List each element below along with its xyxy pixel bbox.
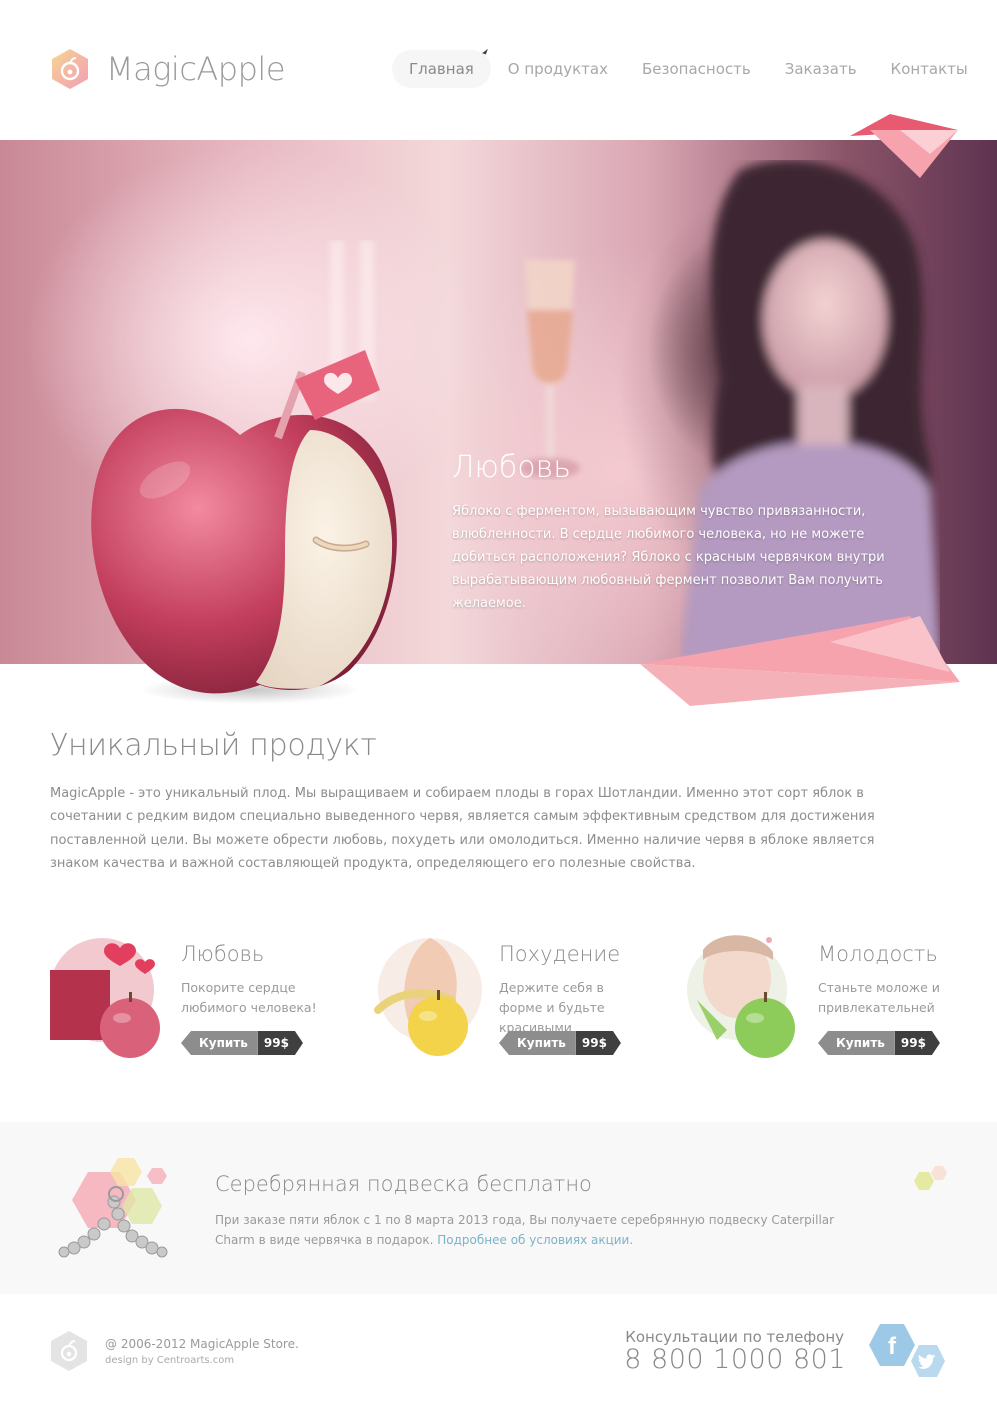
- product-desc: Держите себя в форме и будьте красивыми: [499, 980, 605, 1035]
- hero-apple-image: [91, 350, 397, 704]
- buy-button[interactable]: Купить 99$: [499, 1031, 621, 1055]
- buy-button-price: 99$: [576, 1031, 621, 1055]
- hero-title: Любовь: [452, 450, 571, 485]
- footer-logo-icon: [51, 1331, 87, 1371]
- buy-button-price: 99$: [258, 1031, 303, 1055]
- buy-button[interactable]: Купить 99$: [818, 1031, 940, 1055]
- footer: @ 2006-2012 MagicApple Store. design by …: [0, 1294, 997, 1403]
- promo-title: Серебрянная подвеска бесплатно: [215, 1172, 592, 1196]
- product-card-love: Любовь Покорите сердце любимого человека…: [50, 930, 340, 1070]
- logo[interactable]: MagicApple: [50, 47, 286, 91]
- facebook-link[interactable]: f: [868, 1322, 916, 1368]
- buy-button-label: Купить: [181, 1031, 258, 1055]
- product-card-slim: Похудение Держите себя в форме и будьте …: [368, 930, 658, 1070]
- product-desc: Станьте моложе и привлекательней: [818, 980, 940, 1015]
- product-love-image: [50, 938, 160, 1058]
- product-youth-image: [687, 935, 795, 1058]
- product-name: Любовь: [181, 942, 265, 966]
- product-name: Молодость: [818, 942, 938, 966]
- hero-text: Яблоко с ферментом, вызывающим чувство п…: [452, 504, 885, 611]
- buy-button-price: 99$: [895, 1031, 940, 1055]
- product-name: Похудение: [499, 942, 621, 966]
- facebook-icon: f: [869, 1324, 915, 1366]
- nav-item-contacts[interactable]: Контакты: [874, 50, 985, 88]
- buy-button[interactable]: Купить 99$: [181, 1031, 303, 1055]
- promo-charm-image: [58, 1158, 168, 1258]
- buy-button-label: Купить: [818, 1031, 895, 1055]
- nav-item-home[interactable]: Главная: [392, 50, 491, 88]
- logo-text: MagicApple: [106, 50, 286, 88]
- svg-text:f: f: [888, 1333, 897, 1360]
- footer-phone[interactable]: 8 800 1000 801: [624, 1344, 846, 1375]
- nav-item-order[interactable]: Заказать: [768, 50, 874, 88]
- product-desc: Покорите сердце любимого человека!: [181, 980, 317, 1015]
- promo-details-link[interactable]: Подробнее об условиях акции.: [437, 1233, 633, 1247]
- footer-copyright: @ 2006-2012 MagicApple Store.: [105, 1337, 299, 1351]
- section-title-unique: Уникальный продукт: [50, 728, 377, 763]
- twitter-icon: [911, 1345, 945, 1377]
- promo-band: Серебрянная подвеска бесплатно При заказ…: [0, 1122, 997, 1294]
- promo-text: При заказе пяти яблок с 1 по 8 марта 201…: [215, 1210, 875, 1250]
- section-text-unique: MagicApple - это уникальный плод. Мы выр…: [50, 786, 875, 871]
- main-nav: Главная О продуктах Безопасность Заказат…: [392, 50, 985, 88]
- decor-triangle-bottom: [640, 616, 960, 706]
- nav-item-safety[interactable]: Безопасность: [625, 50, 768, 88]
- nav-item-products[interactable]: О продуктах: [491, 50, 625, 88]
- decor-hexagons: [914, 1166, 947, 1190]
- product-slim-image: [374, 938, 482, 1056]
- logo-icon: [52, 49, 88, 89]
- twitter-link[interactable]: [910, 1344, 946, 1378]
- product-card-youth: Молодость Станьте моложе и привлекательн…: [687, 930, 977, 1070]
- buy-button-label: Купить: [499, 1031, 576, 1055]
- hero-glass-image: [520, 260, 580, 478]
- decor-triangle-top: [850, 114, 958, 178]
- footer-design-credit[interactable]: design by Centroarts.com: [105, 1355, 234, 1366]
